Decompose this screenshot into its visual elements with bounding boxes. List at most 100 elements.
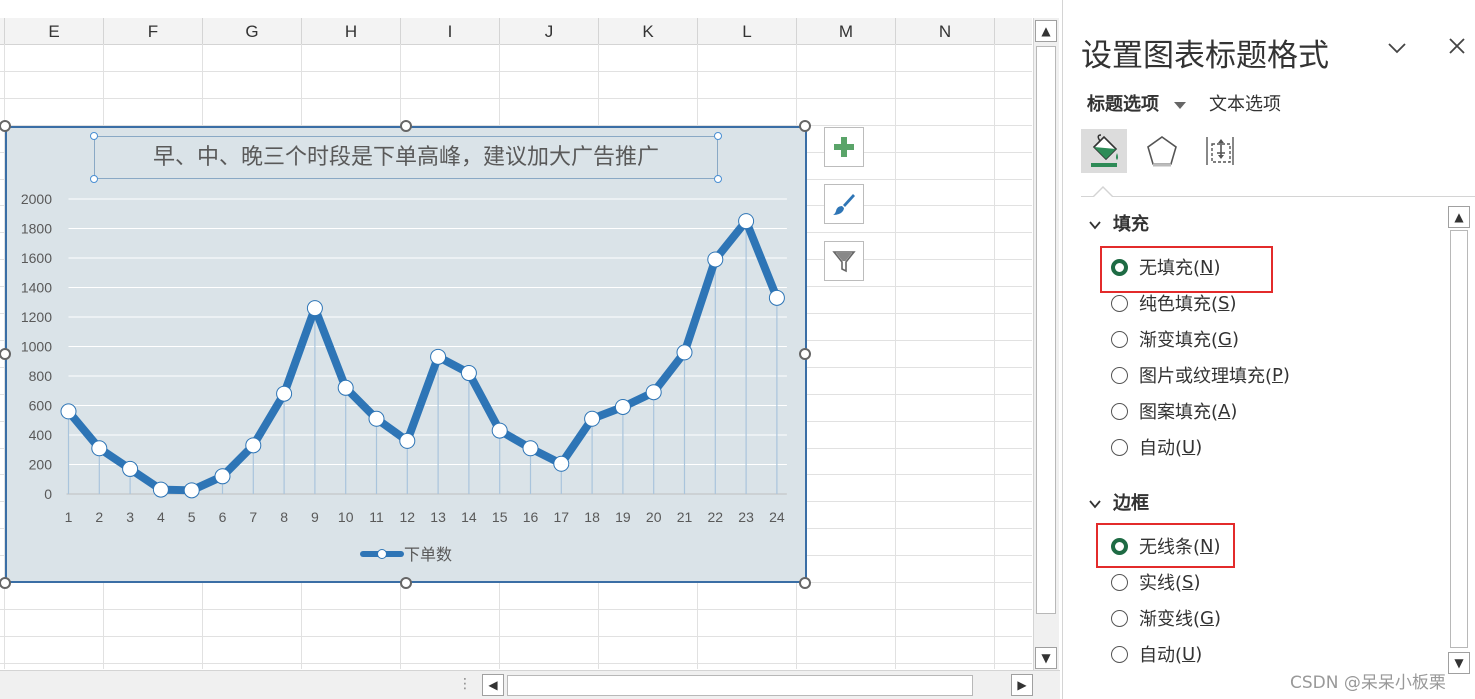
option-label: 自动( — [1139, 645, 1183, 666]
effects-tab[interactable] — [1139, 129, 1185, 173]
pane-scroll-up-button[interactable]: ▲ — [1448, 206, 1470, 228]
vertical-scroll-thumb[interactable] — [1036, 46, 1056, 614]
border-section-header[interactable]: 边框 — [1089, 489, 1149, 515]
option-label-close: ) — [1231, 328, 1240, 350]
x-tick-label: 13 — [430, 509, 446, 525]
pane-scrollbar[interactable]: ▲ ▼ — [1447, 204, 1471, 674]
title-handle-tl[interactable] — [90, 132, 98, 140]
pane-scroll-down-button[interactable]: ▼ — [1448, 652, 1470, 674]
scroll-down-button[interactable]: ▼ — [1035, 647, 1057, 669]
scroll-up-button[interactable]: ▲ — [1035, 20, 1057, 42]
option-label: 实线( — [1139, 573, 1183, 594]
chevron-down-icon[interactable] — [1383, 36, 1411, 64]
chart-resize-handle-tm[interactable] — [400, 120, 412, 132]
chart-title[interactable]: 早、中、晚三个时段是下单高峰，建议加大广告推广 — [94, 136, 718, 179]
vertical-scrollbar[interactable]: ▲ ▼ — [1033, 18, 1059, 670]
chart-filters-button[interactable] — [824, 241, 864, 281]
radio-icon[interactable] — [1111, 609, 1128, 627]
data-point — [707, 251, 724, 268]
y-tick-label: 1800 — [21, 221, 52, 237]
tab-pointer-inner — [1094, 188, 1112, 197]
scroll-right-button[interactable]: ▶ — [1011, 674, 1033, 696]
chevron-down-icon — [1089, 216, 1103, 234]
chart-resize-handle-br[interactable] — [799, 577, 811, 589]
y-tick-label: 1400 — [21, 280, 52, 296]
watermark: CSDN @呆呆小板栗 — [1290, 673, 1446, 693]
title-handle-bl[interactable] — [90, 175, 98, 183]
scroll-left-button[interactable]: ◀ — [482, 674, 504, 696]
fill-option-5[interactable]: 自动(U) — [1111, 435, 1202, 459]
x-tick-label: 8 — [280, 509, 288, 525]
paint-bucket-icon — [1091, 134, 1118, 167]
y-tick-label: 1000 — [21, 339, 52, 355]
option-label: 渐变线( — [1139, 609, 1201, 630]
data-point — [91, 440, 108, 457]
radio-icon[interactable] — [1111, 402, 1128, 420]
highlight-no-fill — [1100, 246, 1273, 293]
x-tick-label: 6 — [219, 509, 227, 525]
size-properties-tab[interactable] — [1197, 129, 1243, 173]
chart-elements-button[interactable] — [824, 127, 864, 167]
border-option-2[interactable]: 渐变线(G) — [1111, 606, 1221, 630]
x-tick-label: 14 — [461, 509, 477, 525]
border-option-1[interactable]: 实线(S) — [1111, 570, 1201, 594]
data-point — [306, 300, 323, 317]
data-point — [337, 379, 354, 396]
tab-title-options[interactable]: 标题选项 — [1087, 90, 1187, 116]
option-access-key: A — [1218, 400, 1231, 422]
fill-option-1[interactable]: 纯色填充(S) — [1111, 291, 1237, 315]
chart-styles-button[interactable] — [824, 184, 864, 224]
option-label: 自动( — [1139, 438, 1183, 459]
filter-icon — [832, 251, 856, 273]
spreadsheet-area[interactable]: EFGHIJKLMN 0 200 400 600 800 1000 1200 1400 1600… — [0, 0, 1032, 699]
data-point — [614, 398, 631, 415]
data-point — [491, 422, 508, 439]
data-point — [522, 440, 539, 457]
data-point — [60, 403, 77, 420]
option-access-key: S — [1182, 571, 1194, 593]
horizontal-scroll-thumb[interactable] — [507, 675, 973, 696]
tab-text-options[interactable]: 文本选项 — [1209, 90, 1281, 116]
radio-icon[interactable] — [1111, 294, 1128, 312]
fill-option-3[interactable]: 图片或纹理填充(P) — [1111, 363, 1290, 387]
horizontal-scrollbar[interactable]: ⋮ ◀ ▶ — [0, 670, 1060, 699]
fill-line-tab[interactable] — [1081, 129, 1127, 173]
chart-resize-handle-mr[interactable] — [799, 348, 811, 360]
border-option-3[interactable]: 自动(U) — [1111, 642, 1202, 666]
border-section-label: 边框 — [1113, 493, 1149, 514]
radio-icon[interactable] — [1111, 645, 1128, 663]
caret-down-icon — [1174, 102, 1187, 109]
fill-option-4[interactable]: 图案填充(A) — [1111, 399, 1237, 423]
radio-icon[interactable] — [1111, 438, 1128, 456]
x-tick-label: 16 — [523, 509, 539, 525]
option-label-close: ) — [1193, 571, 1201, 593]
data-point — [183, 482, 200, 499]
highlight-no-line — [1096, 523, 1235, 568]
close-icon[interactable] — [1443, 34, 1471, 62]
fill-option-2[interactable]: 渐变填充(G) — [1111, 327, 1239, 351]
x-tick-label: 21 — [677, 509, 693, 525]
y-tick-label: 2000 — [21, 191, 52, 207]
fill-section-header[interactable]: 填充 — [1089, 210, 1149, 236]
pane-scroll-thumb[interactable] — [1450, 230, 1468, 648]
pentagon-icon — [1147, 136, 1177, 167]
x-tick-label: 4 — [157, 509, 165, 525]
split-handle-icon[interactable]: ⋮ — [458, 676, 472, 692]
x-tick-label: 12 — [400, 509, 416, 525]
title-handle-tr[interactable] — [714, 132, 722, 140]
radio-icon[interactable] — [1111, 366, 1128, 384]
data-point — [676, 344, 693, 361]
option-label-close: ) — [1213, 607, 1222, 629]
radio-icon[interactable] — [1111, 330, 1128, 348]
y-tick-label: 400 — [29, 427, 53, 443]
y-tick-label: 1200 — [21, 309, 52, 325]
pane-title: 设置图表标题格式 — [1081, 38, 1329, 74]
chart-resize-handle-bm[interactable] — [400, 577, 412, 589]
option-label-close: ) — [1230, 400, 1238, 422]
chart-resize-handle-tr[interactable] — [799, 120, 811, 132]
radio-icon[interactable] — [1111, 573, 1128, 591]
title-handle-br[interactable] — [714, 175, 722, 183]
data-point — [768, 289, 785, 306]
data-point — [738, 213, 755, 230]
chevron-down-icon — [1089, 495, 1103, 513]
